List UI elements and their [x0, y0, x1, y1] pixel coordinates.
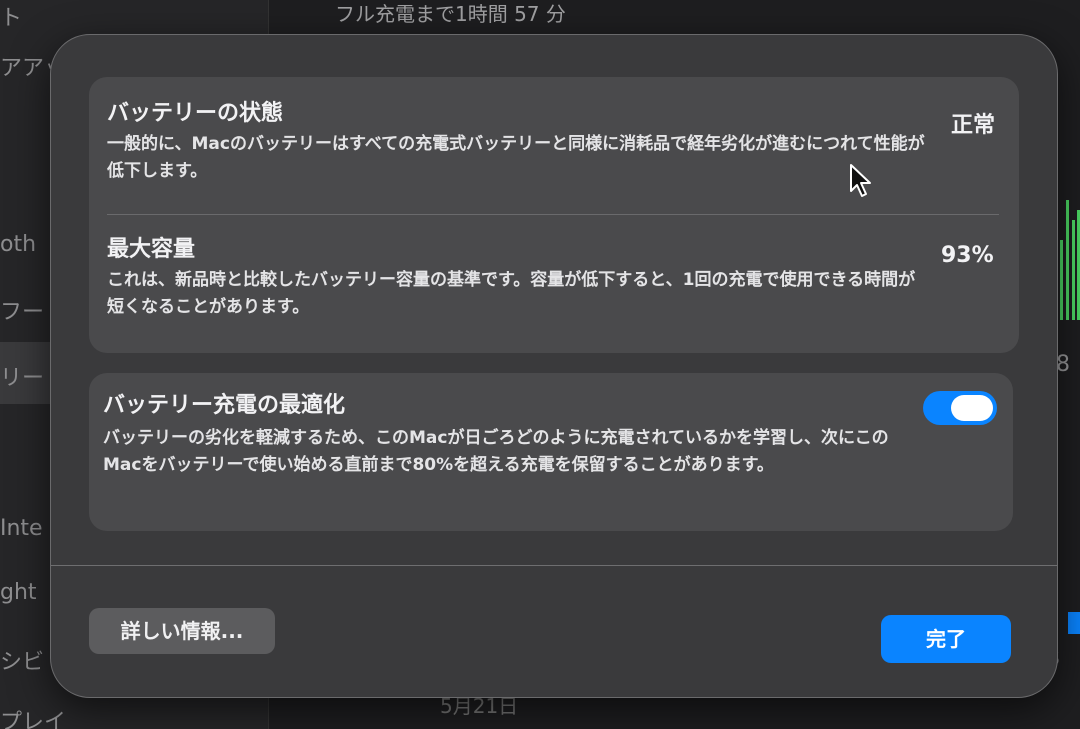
battery-health-description: 一般的に、Macのバッテリーはすべての充電式バッテリーと同様に消耗品で経年劣化が…	[107, 134, 925, 181]
max-capacity-title: 最大容量	[107, 237, 196, 262]
toggle-knob	[951, 395, 993, 421]
background-sidebar-item: oth	[0, 232, 37, 257]
optimized-charging-card: バッテリー充電の最適化 バッテリーの劣化を軽減するため、このMacが日ごろどのよ…	[89, 373, 1013, 531]
background-sidebar-item: Inte	[0, 516, 43, 541]
background-bar	[1060, 240, 1063, 320]
row-divider	[107, 214, 999, 215]
optimized-charging-title: バッテリー充電の最適化	[103, 393, 346, 418]
background-bar	[1072, 220, 1075, 320]
battery-status-card: バッテリーの状態 正常 一般的に、Macのバッテリーはすべての充電式バッテリーと…	[89, 77, 1019, 353]
background-sidebar-item: ght	[0, 580, 37, 605]
max-capacity-description: これは、新品時と比較したバッテリー容量の基準です。容量が低下すると、1回の充電で…	[107, 270, 916, 317]
background-axis-label: 8	[1056, 352, 1070, 377]
battery-health-title: バッテリーの状態	[107, 101, 284, 126]
background-usage-bars	[1058, 200, 1080, 320]
battery-health-value: 正常	[951, 113, 996, 138]
background-sidebar-item: プレイ	[0, 710, 67, 729]
battery-info-sheet: バッテリーの状態 正常 一般的に、Macのバッテリーはすべての充電式バッテリーと…	[50, 34, 1058, 698]
mouse-pointer-icon	[850, 164, 871, 197]
more-info-button[interactable]: 詳しい情報...	[89, 608, 275, 654]
background-charge-time: フル充電まで1時間 57 分	[335, 2, 566, 26]
background-sidebar-item: フー	[0, 300, 45, 325]
background-blue-bar	[1068, 612, 1080, 634]
footer-divider	[51, 565, 1057, 566]
background-bar	[1066, 200, 1069, 320]
screen: ト アアッ oth フー リー Inte ght シビ プレイ フル充電まで1時…	[0, 0, 1080, 729]
max-capacity-value: 93%	[941, 243, 994, 268]
done-button[interactable]: 完了	[881, 615, 1011, 663]
optimized-charging-toggle[interactable]	[923, 391, 997, 425]
optimized-charging-description: バッテリーの劣化を軽減するため、このMacが日ごろどのように充電されているかを学…	[103, 428, 889, 475]
background-sidebar-item: リー	[0, 366, 45, 391]
background-sidebar-item: ト	[0, 6, 23, 31]
background-sidebar-item: シビ	[0, 650, 45, 675]
